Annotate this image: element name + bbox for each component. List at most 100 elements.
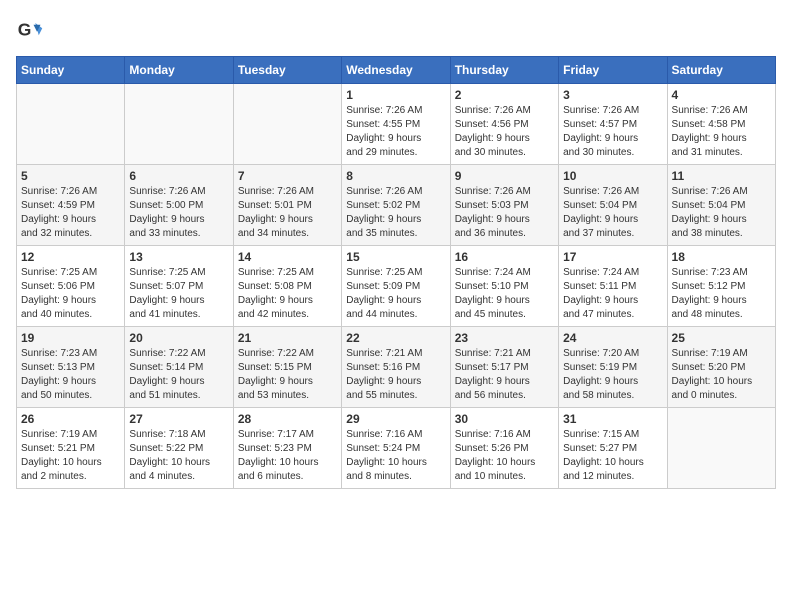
day-info: Sunrise: 7:21 AM Sunset: 5:17 PM Dayligh…: [455, 347, 554, 403]
day-info: Sunrise: 7:16 AM Sunset: 5:26 PM Dayligh…: [455, 428, 554, 484]
day-cell: [667, 408, 775, 489]
day-number: 1: [346, 88, 445, 102]
col-header-monday: Monday: [125, 57, 233, 84]
day-cell: 29 Sunrise: 7:16 AM Sunset: 5:24 PM Dayli…: [342, 408, 450, 489]
day-cell: 23 Sunrise: 7:21 AM Sunset: 5:17 PM Dayli…: [450, 327, 558, 408]
day-number: 16: [455, 250, 554, 264]
day-info: Sunrise: 7:17 AM Sunset: 5:23 PM Dayligh…: [238, 428, 337, 484]
day-number: 18: [672, 250, 771, 264]
day-info: Sunrise: 7:24 AM Sunset: 5:10 PM Dayligh…: [455, 266, 554, 322]
day-info: Sunrise: 7:26 AM Sunset: 5:04 PM Dayligh…: [672, 185, 771, 241]
day-number: 26: [21, 412, 120, 426]
day-info: Sunrise: 7:26 AM Sunset: 5:01 PM Dayligh…: [238, 185, 337, 241]
week-row-2: 5Sunrise: 7:26 AM Sunset: 4:59 PM Daylig…: [17, 165, 776, 246]
day-cell: 2 Sunrise: 7:26 AM Sunset: 4:56 PM Daylig…: [450, 84, 558, 165]
day-number: 3: [563, 88, 662, 102]
day-number: 24: [563, 331, 662, 345]
day-info: Sunrise: 7:26 AM Sunset: 4:57 PM Dayligh…: [563, 104, 662, 160]
day-number: 17: [563, 250, 662, 264]
day-number: 19: [21, 331, 120, 345]
day-number: 29: [346, 412, 445, 426]
day-cell: 3 Sunrise: 7:26 AM Sunset: 4:57 PM Daylig…: [559, 84, 667, 165]
logo-icon: G: [16, 16, 44, 44]
col-header-friday: Friday: [559, 57, 667, 84]
day-cell: 14 Sunrise: 7:25 AM Sunset: 5:08 PM Dayli…: [233, 246, 341, 327]
day-cell: 21 Sunrise: 7:22 AM Sunset: 5:15 PM Dayli…: [233, 327, 341, 408]
day-info: Sunrise: 7:26 AM Sunset: 4:56 PM Dayligh…: [455, 104, 554, 160]
day-info: Sunrise: 7:26 AM Sunset: 5:00 PM Dayligh…: [129, 185, 228, 241]
day-info: Sunrise: 7:26 AM Sunset: 5:03 PM Dayligh…: [455, 185, 554, 241]
col-header-thursday: Thursday: [450, 57, 558, 84]
day-number: 6: [129, 169, 228, 183]
day-number: 21: [238, 331, 337, 345]
day-info: Sunrise: 7:21 AM Sunset: 5:16 PM Dayligh…: [346, 347, 445, 403]
day-number: 9: [455, 169, 554, 183]
day-info: Sunrise: 7:25 AM Sunset: 5:09 PM Dayligh…: [346, 266, 445, 322]
day-cell: [233, 84, 341, 165]
day-cell: 16 Sunrise: 7:24 AM Sunset: 5:10 PM Dayli…: [450, 246, 558, 327]
day-cell: 19 Sunrise: 7:23 AM Sunset: 5:13 PM Dayli…: [17, 327, 125, 408]
day-info: Sunrise: 7:25 AM Sunset: 5:08 PM Dayligh…: [238, 266, 337, 322]
day-info: Sunrise: 7:22 AM Sunset: 5:15 PM Dayligh…: [238, 347, 337, 403]
day-cell: 4 Sunrise: 7:26 AM Sunset: 4:58 PM Daylig…: [667, 84, 775, 165]
col-header-tuesday: Tuesday: [233, 57, 341, 84]
calendar-table: SundayMondayTuesdayWednesdayThursdayFrid…: [16, 56, 776, 489]
header-row: SundayMondayTuesdayWednesdayThursdayFrid…: [17, 57, 776, 84]
day-cell: 25Sunrise: 7:19 AM Sunset: 5:20 PM Dayli…: [667, 327, 775, 408]
day-cell: 22Sunrise: 7:21 AM Sunset: 5:16 PM Dayli…: [342, 327, 450, 408]
day-info: Sunrise: 7:18 AM Sunset: 5:22 PM Dayligh…: [129, 428, 228, 484]
day-cell: 1 Sunrise: 7:26 AM Sunset: 4:55 PM Daylig…: [342, 84, 450, 165]
day-cell: 17Sunrise: 7:24 AM Sunset: 5:11 PM Dayli…: [559, 246, 667, 327]
day-cell: [125, 84, 233, 165]
day-cell: 7 Sunrise: 7:26 AM Sunset: 5:01 PM Daylig…: [233, 165, 341, 246]
col-header-wednesday: Wednesday: [342, 57, 450, 84]
day-info: Sunrise: 7:25 AM Sunset: 5:06 PM Dayligh…: [21, 266, 120, 322]
day-cell: 18Sunrise: 7:23 AM Sunset: 5:12 PM Dayli…: [667, 246, 775, 327]
day-number: 20: [129, 331, 228, 345]
day-number: 10: [563, 169, 662, 183]
day-number: 28: [238, 412, 337, 426]
day-cell: 10 Sunrise: 7:26 AM Sunset: 5:04 PM Dayli…: [559, 165, 667, 246]
day-number: 7: [238, 169, 337, 183]
svg-text:G: G: [18, 19, 32, 39]
day-info: Sunrise: 7:26 AM Sunset: 4:58 PM Dayligh…: [672, 104, 771, 160]
day-cell: 26 Sunrise: 7:19 AM Sunset: 5:21 PM Dayli…: [17, 408, 125, 489]
day-number: 2: [455, 88, 554, 102]
day-number: 15: [346, 250, 445, 264]
week-row-5: 26 Sunrise: 7:19 AM Sunset: 5:21 PM Dayli…: [17, 408, 776, 489]
week-row-4: 19 Sunrise: 7:23 AM Sunset: 5:13 PM Dayli…: [17, 327, 776, 408]
logo: G: [16, 16, 48, 44]
day-cell: 30 Sunrise: 7:16 AM Sunset: 5:26 PM Dayli…: [450, 408, 558, 489]
day-cell: 11Sunrise: 7:26 AM Sunset: 5:04 PM Dayli…: [667, 165, 775, 246]
day-info: Sunrise: 7:26 AM Sunset: 4:59 PM Dayligh…: [21, 185, 120, 241]
day-cell: [17, 84, 125, 165]
page-header: G: [16, 16, 776, 44]
day-cell: 15 Sunrise: 7:25 AM Sunset: 5:09 PM Dayli…: [342, 246, 450, 327]
day-info: Sunrise: 7:15 AM Sunset: 5:27 PM Dayligh…: [563, 428, 662, 484]
day-info: Sunrise: 7:26 AM Sunset: 5:02 PM Dayligh…: [346, 185, 445, 241]
day-number: 4: [672, 88, 771, 102]
day-cell: 6 Sunrise: 7:26 AM Sunset: 5:00 PM Daylig…: [125, 165, 233, 246]
day-cell: 12Sunrise: 7:25 AM Sunset: 5:06 PM Dayli…: [17, 246, 125, 327]
day-cell: 8Sunrise: 7:26 AM Sunset: 5:02 PM Daylig…: [342, 165, 450, 246]
day-cell: 9 Sunrise: 7:26 AM Sunset: 5:03 PM Daylig…: [450, 165, 558, 246]
day-cell: 13Sunrise: 7:25 AM Sunset: 5:07 PM Dayli…: [125, 246, 233, 327]
day-info: Sunrise: 7:26 AM Sunset: 5:04 PM Dayligh…: [563, 185, 662, 241]
col-header-sunday: Sunday: [17, 57, 125, 84]
day-cell: 24 Sunrise: 7:20 AM Sunset: 5:19 PM Dayli…: [559, 327, 667, 408]
day-number: 25: [672, 331, 771, 345]
day-info: Sunrise: 7:16 AM Sunset: 5:24 PM Dayligh…: [346, 428, 445, 484]
day-number: 30: [455, 412, 554, 426]
day-number: 23: [455, 331, 554, 345]
day-info: Sunrise: 7:23 AM Sunset: 5:13 PM Dayligh…: [21, 347, 120, 403]
day-info: Sunrise: 7:20 AM Sunset: 5:19 PM Dayligh…: [563, 347, 662, 403]
week-row-1: 1 Sunrise: 7:26 AM Sunset: 4:55 PM Daylig…: [17, 84, 776, 165]
day-cell: 5Sunrise: 7:26 AM Sunset: 4:59 PM Daylig…: [17, 165, 125, 246]
col-header-saturday: Saturday: [667, 57, 775, 84]
day-number: 14: [238, 250, 337, 264]
day-info: Sunrise: 7:26 AM Sunset: 4:55 PM Dayligh…: [346, 104, 445, 160]
day-number: 27: [129, 412, 228, 426]
day-cell: 31Sunrise: 7:15 AM Sunset: 5:27 PM Dayli…: [559, 408, 667, 489]
day-info: Sunrise: 7:19 AM Sunset: 5:21 PM Dayligh…: [21, 428, 120, 484]
day-cell: 20Sunrise: 7:22 AM Sunset: 5:14 PM Dayli…: [125, 327, 233, 408]
